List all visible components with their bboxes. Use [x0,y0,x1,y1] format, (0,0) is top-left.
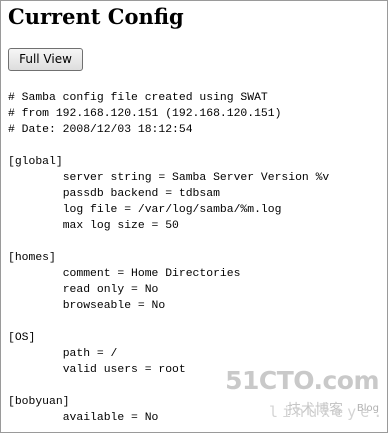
page-frame: Current Config Full View # Samba config … [0,0,388,433]
full-view-button[interactable]: Full View [8,48,83,71]
page-title: Current Config [8,4,184,29]
watermark-blog: Blog [356,403,379,414]
config-file-text: # Samba config file created using SWAT #… [8,92,330,424]
